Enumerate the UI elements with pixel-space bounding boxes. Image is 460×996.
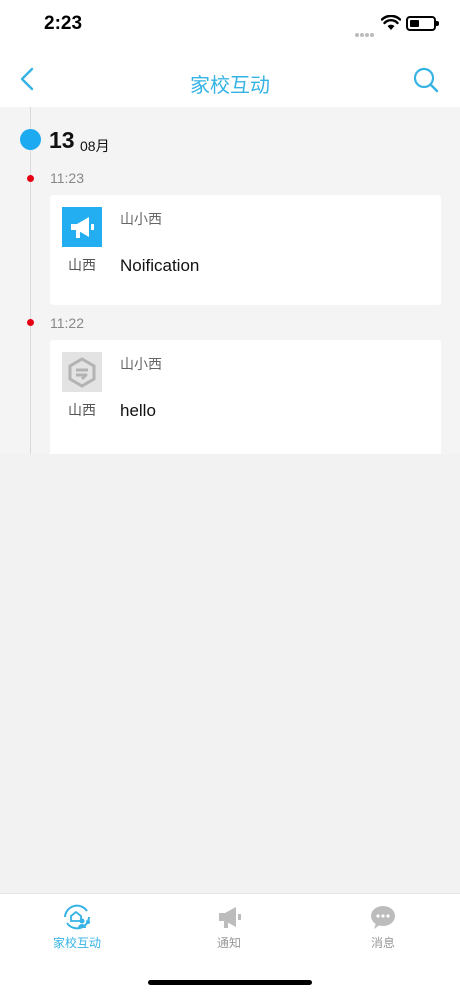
entry-time: 11:23: [50, 170, 84, 186]
entry-time: 11:22: [50, 315, 84, 331]
date-month: 08月: [80, 138, 110, 154]
school-name: 山西: [68, 257, 96, 273]
tab-label: 通知: [216, 936, 241, 950]
wifi-icon: [381, 15, 401, 30]
navigation-bar: 家校互动: [0, 50, 460, 107]
timeline-list[interactable]: 13 08月 11:23 山西 山小西 Noification 11:22 山西…: [0, 107, 460, 454]
home-school-icon: [64, 904, 90, 930]
sender-name: 山小西: [120, 211, 162, 227]
date-day: 13: [49, 127, 75, 153]
page-title: 家校互动: [190, 75, 270, 97]
time-marker: [27, 319, 34, 326]
message-text: Noification: [120, 256, 200, 275]
battery-icon: [406, 16, 439, 31]
time-marker: [27, 175, 34, 182]
megaphone-icon: [62, 207, 102, 247]
message-text: hello: [120, 401, 156, 420]
megaphone-icon: [219, 907, 241, 928]
signal-icon: [355, 24, 377, 37]
tab-home-school[interactable]: 家校互动: [27, 904, 127, 954]
search-icon[interactable]: [412, 66, 440, 94]
timeline-line: [30, 107, 31, 454]
date-marker: [20, 129, 41, 150]
sender-name: 山小西: [120, 356, 162, 372]
home-indicator: [148, 980, 312, 985]
status-bar: 2:23: [0, 0, 460, 50]
tab-notice[interactable]: 通知: [179, 904, 279, 954]
tab-label: 家校互动: [52, 936, 101, 950]
status-time: 2:23: [44, 13, 83, 34]
tab-label: 消息: [370, 936, 395, 950]
chat-bubble-icon: [371, 906, 395, 929]
school-name: 山西: [68, 402, 96, 418]
tab-messages[interactable]: 消息: [333, 904, 433, 954]
message-card[interactable]: 山西 山小西 hello: [50, 340, 441, 454]
message-card[interactable]: 山西 山小西 Noification: [50, 195, 441, 305]
app-logo-icon: [62, 352, 102, 392]
